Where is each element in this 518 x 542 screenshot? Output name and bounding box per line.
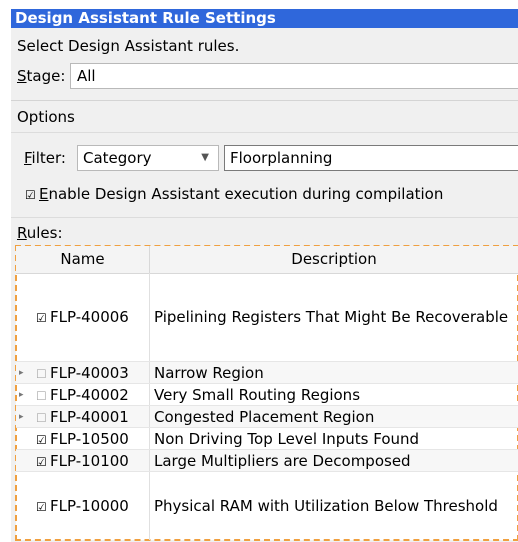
rule-name: FLP-40001 (50, 407, 129, 426)
checkbox-checked-icon[interactable]: ☑ (36, 500, 50, 514)
chevron-down-icon: ▼ (201, 152, 209, 163)
checkbox-checked-icon[interactable]: ☑ (36, 455, 50, 469)
expand-arrow-icon[interactable]: ▸ (19, 390, 24, 400)
table-row[interactable]: ▸ ☐ FLP-40003 Narrow Region (16, 362, 518, 384)
rule-name-cell: ▸ ☐ FLP-40002 (16, 384, 150, 405)
rule-description-cell: Very Small Routing Regions (150, 384, 518, 405)
checkbox-checked-icon[interactable]: ☑ (36, 311, 50, 325)
checkbox-checked-icon: ☑ (25, 188, 36, 202)
options-group: Filter: Category ▼ Floorplanning ☑ Enable… (11, 132, 518, 218)
rule-name: FLP-40006 (50, 308, 129, 326)
settings-panel: Select Design Assistant rules. Stage: Al… (11, 28, 518, 542)
column-header-description[interactable]: Description (150, 246, 518, 273)
checkbox-unchecked-icon[interactable]: ☐ (36, 367, 50, 381)
window-title: Design Assistant Rule Settings (11, 9, 518, 28)
rules-table-header: Name Description (16, 246, 518, 274)
rule-name: FLP-10100 (50, 451, 129, 470)
rule-name: FLP-10500 (50, 429, 129, 448)
rule-description-cell: Congested Placement Region (150, 406, 518, 427)
rule-description: Congested Placement Region (154, 407, 375, 426)
rule-description-cell: Narrow Region (150, 362, 518, 383)
filter-text-input[interactable]: Floorplanning (224, 145, 518, 171)
table-row[interactable]: ☑ FLP-10500 Non Driving Top Level Inputs … (16, 428, 518, 450)
rule-name-cell: ☑ FLP-10000 (16, 472, 150, 540)
filter-category-combo[interactable]: Category ▼ (77, 145, 219, 171)
table-row[interactable]: ☑ FLP-10100 Large Multipliers are Decompo… (16, 450, 518, 472)
rule-description: Pipelining Registers That Might Be Recov… (154, 308, 509, 326)
rule-description: Very Small Routing Regions (154, 385, 361, 404)
filter-category-value: Category (83, 149, 152, 167)
rule-name-cell: ☑ FLP-10100 (16, 450, 150, 471)
rule-description: Physical RAM with Utilization Below Thre… (154, 497, 498, 515)
checkbox-unchecked-icon[interactable]: ☐ (36, 411, 50, 425)
rule-description-cell: Pipelining Registers That Might Be Recov… (150, 273, 518, 361)
table-row[interactable]: ☑ FLP-40006 Pipelining Registers That Mig… (16, 273, 518, 362)
rules-label: Rules: (17, 224, 63, 242)
stage-label: Stage: (17, 67, 66, 85)
intro-text: Select Design Assistant rules. (17, 37, 240, 55)
rule-name-cell: ☑ FLP-40006 (16, 273, 150, 361)
divider (11, 100, 518, 101)
rule-description: Narrow Region (154, 363, 264, 382)
rule-name: FLP-40002 (50, 385, 129, 404)
rule-name-cell: ☑ FLP-10500 (16, 428, 150, 449)
stage-select[interactable]: All (70, 63, 518, 89)
rule-description-cell: Large Multipliers are Decomposed (150, 450, 518, 471)
column-header-name[interactable]: Name (16, 246, 150, 273)
rule-description: Non Driving Top Level Inputs Found (154, 429, 420, 448)
checkbox-unchecked-icon[interactable]: ☐ (36, 389, 50, 403)
filter-label: Filter: (24, 149, 66, 167)
expand-arrow-icon[interactable]: ▸ (19, 368, 24, 378)
rules-table: Name Description ☑ FLP-40006 Pipelining R… (15, 245, 518, 541)
options-title: Options (17, 108, 75, 126)
enable-execution-label: Enable Design Assistant execution during… (39, 185, 444, 203)
table-row[interactable]: ▸ ☐ FLP-40002 Very Small Routing Regions (16, 384, 518, 406)
enable-execution-checkbox[interactable]: ☑ Enable Design Assistant execution durin… (25, 185, 443, 203)
rule-description-cell: Non Driving Top Level Inputs Found (150, 428, 518, 449)
rule-name-cell: ▸ ☐ FLP-40003 (16, 362, 150, 383)
rule-name-cell: ▸ ☐ FLP-40001 (16, 406, 150, 427)
expand-arrow-icon[interactable]: ▸ (19, 412, 24, 422)
rule-description-cell: Physical RAM with Utilization Below Thre… (150, 472, 518, 540)
rule-name: FLP-40003 (50, 363, 129, 382)
rule-name: FLP-10000 (50, 497, 129, 515)
table-row[interactable]: ☑ FLP-10000 Physical RAM with Utilization… (16, 472, 518, 540)
checkbox-checked-icon[interactable]: ☑ (36, 433, 50, 447)
rule-description: Large Multipliers are Decomposed (154, 451, 411, 470)
table-row[interactable]: ▸ ☐ FLP-40001 Congested Placement Region (16, 406, 518, 428)
